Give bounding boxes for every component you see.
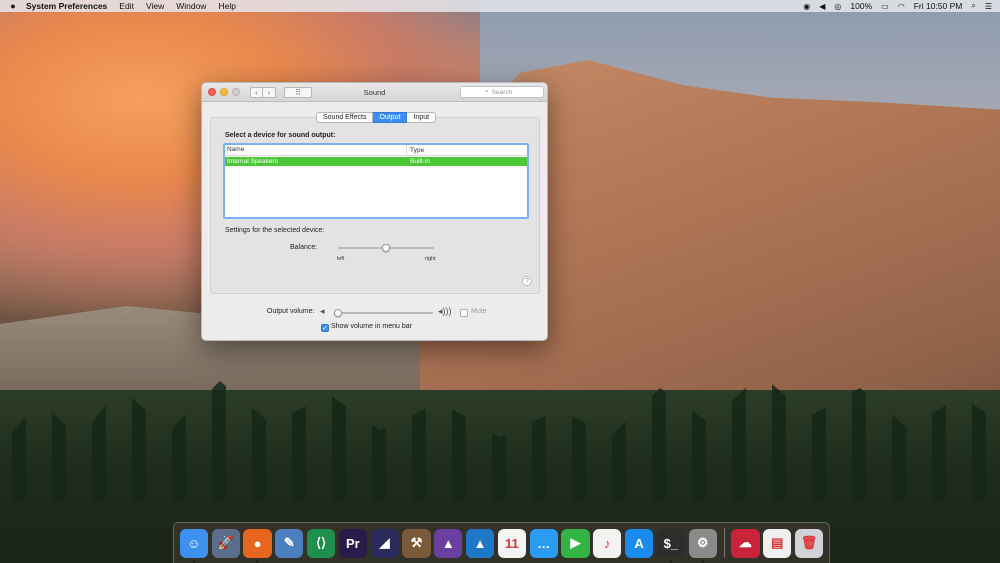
menu-window[interactable]: Window (176, 1, 206, 11)
launchpad-icon[interactable]: 🚀 (211, 528, 240, 558)
tab-bar: Sound Effects Output Input (316, 112, 437, 123)
balance-label: Balance: (290, 244, 318, 251)
premiere-pro-icon[interactable]: Pr (338, 528, 367, 558)
search-field[interactable]: ⌕ Search (460, 86, 544, 98)
tab-input[interactable]: Input (407, 112, 437, 123)
instruments-icon[interactable]: ⚒ (402, 528, 431, 558)
settings-heading: Settings for the selected device: (225, 227, 325, 234)
terminal-icon[interactable]: $_ (656, 528, 685, 563)
search-placeholder: Search (491, 88, 513, 96)
creative-cloud-folder-icon[interactable]: ☁ (731, 528, 760, 558)
output-volume-thumb[interactable] (333, 309, 342, 317)
show-volume-checkbox[interactable]: ✓ (321, 324, 329, 332)
column-header-type[interactable]: Type (407, 147, 424, 154)
search-icon: ⌕ (485, 88, 489, 95)
finder-icon[interactable]: ☺ (179, 528, 208, 563)
speaker-low-icon: ◂ (320, 306, 325, 316)
balance-slider[interactable] (338, 244, 434, 252)
title-bar[interactable]: ‹ › ⠿ Sound ⌕ Search (202, 83, 547, 102)
preview-icon[interactable]: ✎ (275, 528, 304, 558)
running-indicator (192, 559, 196, 563)
menu-help[interactable]: Help (218, 1, 235, 11)
creative-cloud-icon[interactable]: ◉ (803, 2, 810, 11)
facetime-icon[interactable]: ▶ (561, 528, 590, 558)
mute-label: Mute (471, 308, 487, 315)
menu-edit[interactable]: Edit (119, 1, 134, 11)
running-indicator (701, 559, 705, 563)
device-type-cell: Built-in (410, 158, 430, 165)
trash-icon[interactable]: 🗑 (794, 528, 824, 558)
firefox-icon[interactable]: ● (243, 528, 272, 563)
help-button[interactable]: ? (522, 276, 532, 286)
volume-icon[interactable]: ◀ (819, 2, 825, 11)
dock-separator (723, 528, 725, 558)
table-header: Name Type (225, 145, 527, 156)
zoom-button[interactable] (232, 88, 240, 96)
nvidia-icon[interactable]: ◎ (834, 2, 841, 11)
balance-left-label: left (337, 256, 345, 262)
output-device-table[interactable]: Name Type Internal Speakers Built-in (223, 143, 529, 219)
sound-preferences-window: ‹ › ⠿ Sound ⌕ Search Select a device for… (201, 82, 548, 341)
documents-stack-icon[interactable]: ▤ (763, 528, 792, 558)
tab-sound-effects[interactable]: Sound Effects (316, 112, 374, 123)
spotlight-search-icon[interactable]: ⌕ (971, 1, 975, 11)
affinity-icon[interactable]: ◢ (370, 528, 399, 558)
app-store-icon[interactable]: A (624, 528, 654, 558)
mute-checkbox[interactable] (460, 309, 468, 317)
affinity-designer-icon[interactable]: ▲ (465, 528, 495, 558)
menu-app-name[interactable]: System Preferences (26, 1, 107, 11)
apple-icon[interactable]: ● (8, 1, 18, 11)
music-icon[interactable]: ♪ (593, 528, 622, 558)
minimize-button[interactable] (220, 88, 228, 96)
messages-icon[interactable]: … (529, 528, 558, 558)
output-volume-label: Output volume: (267, 308, 315, 315)
system-preferences-icon[interactable]: ⚙ (688, 528, 717, 563)
menu-clock[interactable]: Fri 10:50 PM (914, 1, 963, 11)
visual-studio-code-icon[interactable]: ⟨⟩ (306, 528, 336, 558)
wifi-icon[interactable]: ◠ (898, 2, 905, 11)
back-button[interactable]: ‹ (250, 86, 263, 98)
battery-icon[interactable]: ▭ (881, 2, 889, 11)
device-heading: Select a device for sound output: (225, 132, 336, 139)
output-panel: Select a device for sound output: Name T… (210, 117, 540, 294)
balance-slider-thumb[interactable] (382, 244, 390, 252)
output-volume-slider[interactable] (333, 309, 433, 317)
column-header-name[interactable]: Name (225, 145, 407, 155)
tab-output[interactable]: Output (373, 112, 408, 123)
running-indicator (255, 559, 259, 563)
close-button[interactable] (208, 88, 216, 96)
running-indicator (669, 559, 673, 563)
output-volume-row: Output volume: ◂ ◂))) Mute (202, 306, 547, 319)
forward-button[interactable]: › (263, 86, 276, 98)
table-row[interactable]: Internal Speakers Built-in (225, 157, 527, 166)
battery-percent[interactable]: 100% (850, 1, 872, 11)
show-volume-label: Show volume in menu bar (331, 323, 412, 330)
show-all-grid-button[interactable]: ⠿ (284, 86, 312, 98)
affinity-photo-icon[interactable]: ▲ (434, 528, 463, 558)
dock: ☺ 🚀 ● ✎ ⟨⟩ Pr ◢ ⚒ ▲ ▲ 11… ▶ ♪ A $_ ⚙ ☁ ▤ 🗑 (173, 522, 830, 563)
menu-view[interactable]: View (146, 1, 164, 11)
device-name-cell: Internal Speakers (227, 158, 278, 165)
speaker-high-icon: ◂))) (438, 306, 452, 316)
calendar-icon[interactable]: 11 (497, 528, 526, 558)
notification-center-icon[interactable]: ☰ (985, 2, 992, 11)
menu-bar: ● System Preferences Edit View Window He… (0, 0, 1000, 12)
balance-right-label: right (425, 256, 436, 262)
